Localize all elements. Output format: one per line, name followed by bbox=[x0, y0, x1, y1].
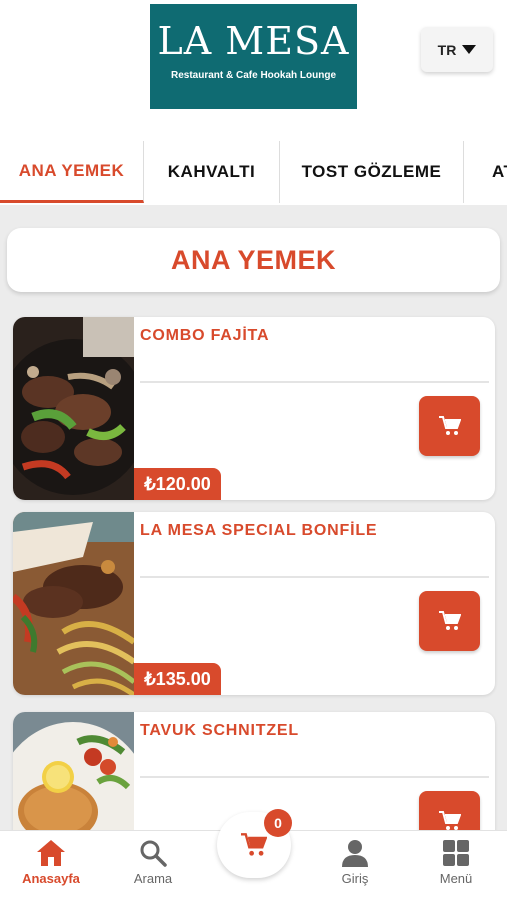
product-name: LA MESA SPECIAL BONFİLE bbox=[140, 522, 378, 539]
nav-home-label: Anasayfa bbox=[22, 871, 80, 886]
product-name: TAVUK SCHNITZEL bbox=[140, 722, 299, 739]
cart-count-badge: 0 bbox=[264, 809, 292, 837]
language-selector[interactable]: TR bbox=[421, 27, 493, 72]
fajita-photo[interactable] bbox=[13, 317, 134, 500]
user-icon bbox=[342, 840, 368, 867]
tab-kahvalti[interactable]: KAHVALTI bbox=[144, 141, 280, 203]
section-title: ANA YEMEK bbox=[170, 244, 337, 275]
cart-icon bbox=[241, 833, 267, 856]
tab-at[interactable]: AT bbox=[464, 141, 507, 203]
add-to-cart-button[interactable] bbox=[419, 791, 480, 830]
nav-search[interactable]: Arama bbox=[113, 839, 193, 886]
tab-ana-yemek[interactable]: ANA YEMEK bbox=[0, 141, 144, 203]
category-tabs: ANA YEMEK KAHVALTI TOST GÖZLEME AT bbox=[0, 141, 507, 205]
logo-subtitle: Restaurant & Cafe Hookah Lounge bbox=[170, 70, 337, 81]
product-price: ₺120.00 bbox=[134, 468, 221, 500]
nav-login[interactable]: Giriş bbox=[315, 839, 395, 886]
cart-icon bbox=[438, 416, 461, 435]
brand-logo[interactable]: LA MESA Restaurant & Cafe Hookah Lounge bbox=[150, 4, 357, 109]
divider bbox=[140, 381, 489, 383]
product-card[interactable]: COMBO FAJİTA ₺120.00 bbox=[13, 317, 495, 500]
cart-icon bbox=[438, 611, 461, 630]
add-to-cart-button[interactable] bbox=[419, 591, 480, 651]
nav-home[interactable]: Anasayfa bbox=[11, 839, 91, 886]
product-card[interactable]: LA MESA SPECIAL BONFİLE ₺135.00 bbox=[13, 512, 495, 695]
search-icon bbox=[140, 840, 167, 867]
divider bbox=[140, 776, 489, 778]
divider bbox=[140, 576, 489, 578]
nav-search-label: Arama bbox=[133, 871, 173, 886]
home-icon bbox=[37, 840, 65, 866]
app-header: LA MESA Restaurant & Cafe Hookah Lounge … bbox=[0, 0, 507, 118]
language-label: TR bbox=[437, 41, 457, 58]
nav-login-label: Giriş bbox=[341, 871, 369, 886]
caret-down-icon bbox=[462, 45, 477, 54]
logo-title: LA MESA bbox=[157, 19, 350, 63]
product-list-area[interactable]: ANA YEMEK COMBO FAJİTA ₺120.00 LA MESA S… bbox=[0, 205, 507, 830]
nav-menu-label: Menü bbox=[439, 871, 473, 886]
product-name: COMBO FAJİTA bbox=[140, 327, 270, 344]
bonfile-photo[interactable] bbox=[13, 512, 134, 695]
section-header: ANA YEMEK bbox=[7, 228, 500, 292]
grid-icon bbox=[443, 840, 469, 866]
tab-tost-gozleme[interactable]: TOST GÖZLEME bbox=[280, 141, 464, 203]
cart-icon bbox=[438, 811, 461, 830]
product-price: ₺135.00 bbox=[134, 663, 221, 695]
schnitzel-photo[interactable] bbox=[13, 712, 134, 830]
nav-menu[interactable]: Menü bbox=[416, 839, 496, 886]
add-to-cart-button[interactable] bbox=[419, 396, 480, 456]
